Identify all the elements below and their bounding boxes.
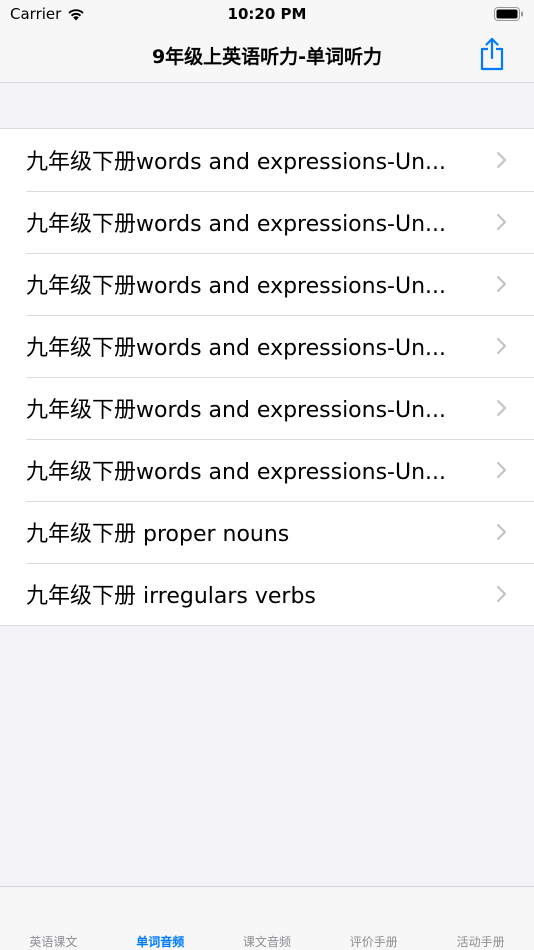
share-button[interactable] bbox=[476, 36, 508, 72]
list-item[interactable]: 九年级下册words and expressions-Un... bbox=[0, 315, 534, 377]
wifi-icon bbox=[68, 8, 84, 20]
status-left: Carrier bbox=[10, 5, 85, 23]
list-item[interactable]: 九年级下册words and expressions-Un... bbox=[0, 129, 534, 191]
list-item-label: 九年级下册words and expressions-Un... bbox=[26, 150, 447, 175]
list-item[interactable]: 九年级下册 proper nouns bbox=[0, 501, 534, 563]
page-title: 9年级上英语听力-单词听力 bbox=[151, 46, 383, 68]
tab-bar: 英语课文 单词音频 课文音频 评价手册 活动手册 bbox=[0, 886, 534, 950]
status-bar: Carrier bbox=[0, 0, 534, 28]
tab-label: 单词音频 bbox=[136, 935, 185, 949]
list-item[interactable]: 九年级下册words and expressions-Un... bbox=[0, 439, 534, 501]
word-audio-list: 九年级下册words and expressions-Un... 九年级下册wo… bbox=[0, 128, 534, 626]
list-item-label: 九年级下册words and expressions-Un... bbox=[26, 336, 447, 361]
list-item-label: 九年级下册words and expressions-Un... bbox=[26, 274, 447, 299]
share-icon bbox=[480, 37, 504, 71]
chevron-right-icon bbox=[496, 523, 507, 541]
tab-evaluation-handbook[interactable]: 评价手册 bbox=[320, 887, 427, 950]
carrier-label: Carrier bbox=[10, 5, 62, 23]
navigation-bar: 9年级上英语听力-单词听力 bbox=[0, 28, 534, 83]
list-item-label: 九年级下册 irregulars verbs bbox=[26, 584, 316, 609]
list-item[interactable]: 九年级下册words and expressions-Un... bbox=[0, 253, 534, 315]
tab-label: 英语课文 bbox=[29, 935, 78, 949]
battery-icon bbox=[494, 7, 523, 21]
tab-word-audio[interactable]: 单词音频 bbox=[107, 887, 214, 950]
list-item-label: 九年级下册 proper nouns bbox=[26, 522, 290, 547]
chevron-right-icon bbox=[496, 151, 507, 169]
chevron-right-icon bbox=[496, 461, 507, 479]
list-item-label: 九年级下册words and expressions-Un... bbox=[26, 460, 447, 485]
list-item[interactable]: 九年级下册words and expressions-Un... bbox=[0, 377, 534, 439]
tab-english-texts[interactable]: 英语课文 bbox=[0, 887, 107, 950]
tab-label: 活动手册 bbox=[456, 935, 505, 949]
list-item[interactable]: 九年级下册words and expressions-Un... bbox=[0, 191, 534, 253]
chevron-right-icon bbox=[496, 337, 507, 355]
chevron-right-icon bbox=[496, 399, 507, 417]
chevron-right-icon bbox=[496, 585, 507, 603]
list-item-label: 九年级下册words and expressions-Un... bbox=[26, 398, 447, 423]
tab-activity-handbook[interactable]: 活动手册 bbox=[427, 887, 534, 950]
list-item[interactable]: 九年级下册 irregulars verbs bbox=[0, 563, 534, 625]
chevron-right-icon bbox=[496, 213, 507, 231]
tab-label: 课文音频 bbox=[242, 935, 291, 949]
list-item-label: 九年级下册words and expressions-Un... bbox=[26, 212, 447, 237]
chevron-right-icon bbox=[496, 275, 507, 293]
tab-label: 评价手册 bbox=[349, 935, 398, 949]
tab-text-audio[interactable]: 课文音频 bbox=[214, 887, 321, 950]
